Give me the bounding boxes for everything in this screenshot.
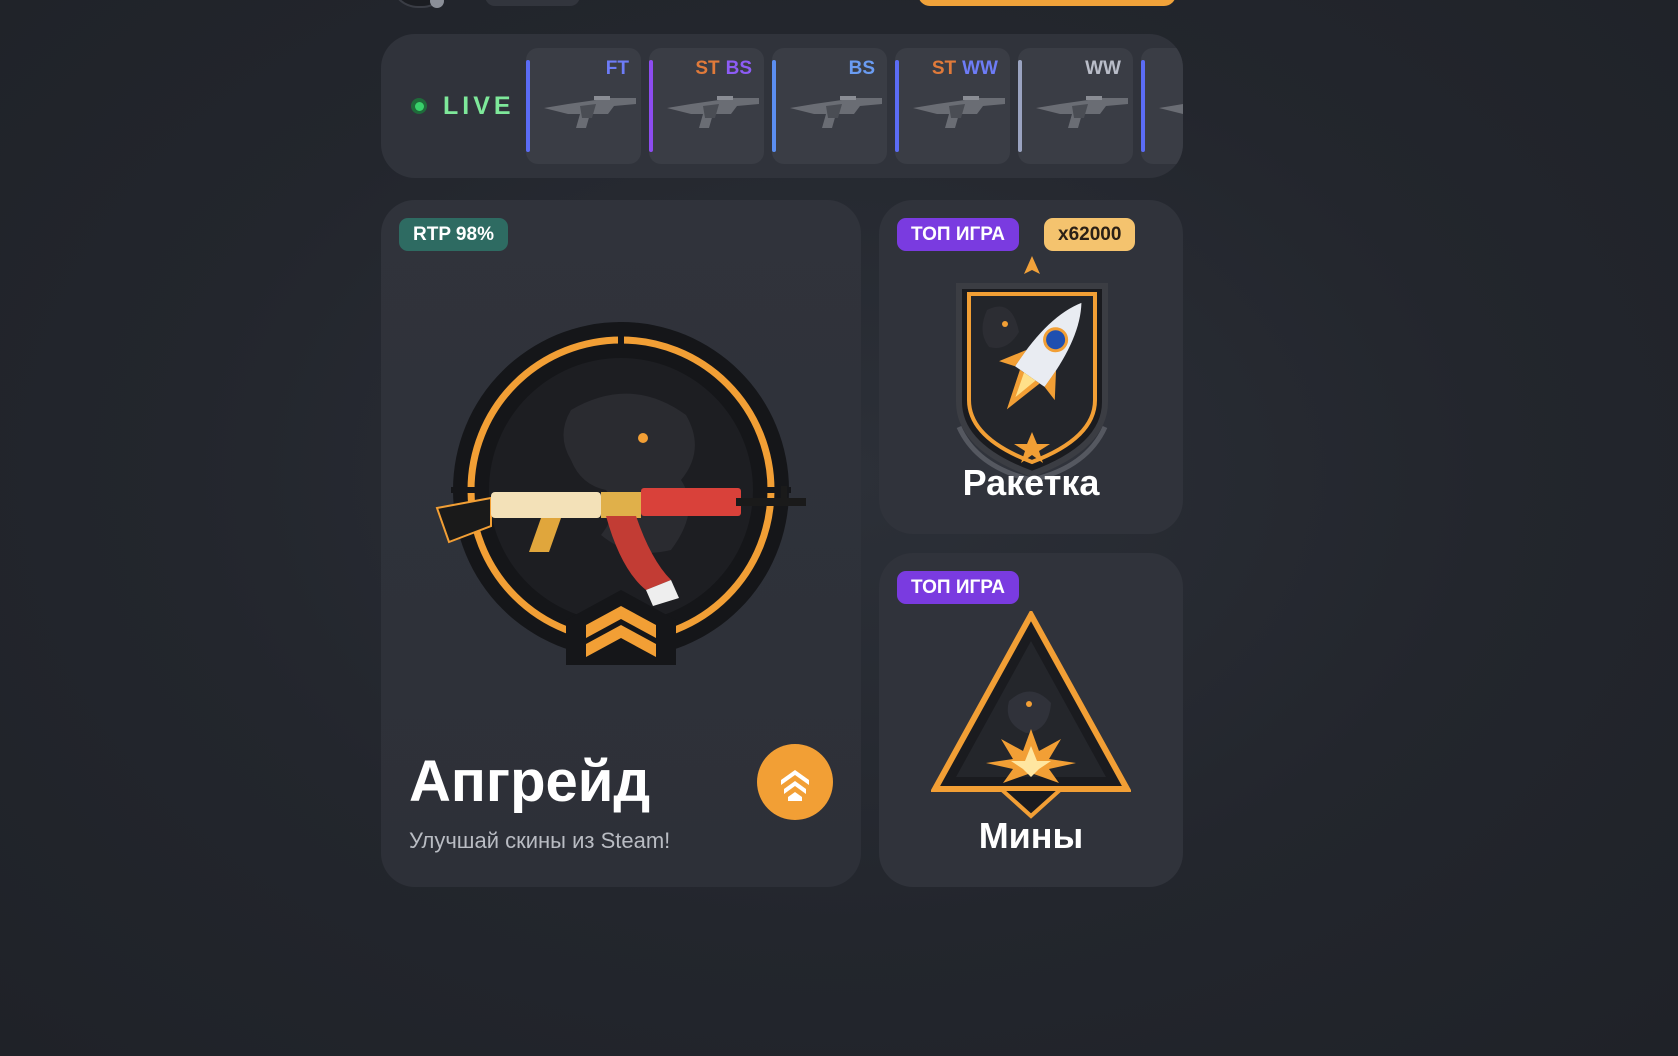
live-drop-item[interactable]: WW bbox=[1018, 48, 1133, 164]
drop-tags: ST WW bbox=[932, 58, 998, 80]
drop-tag: WW bbox=[962, 58, 998, 79]
weapon-skin-icon bbox=[1036, 96, 1128, 128]
drop-tag: FT bbox=[605, 58, 629, 79]
mines-card[interactable]: ТОП ИГРА Мины bbox=[879, 553, 1183, 887]
deposit-button[interactable] bbox=[918, 0, 1176, 6]
mines-title: Мины bbox=[978, 815, 1084, 856]
multiplier-badge: x62000 bbox=[1044, 218, 1136, 251]
mines-emblem-icon bbox=[931, 611, 1131, 819]
rocket-emblem-icon bbox=[956, 256, 1108, 482]
weapon-skin-icon bbox=[544, 96, 636, 128]
drop-tags: ST BS bbox=[695, 58, 752, 80]
rarity-bar bbox=[1141, 60, 1145, 152]
rarity-bar bbox=[649, 60, 653, 152]
live-drops-list: FT ST BS BS ST WW WW bbox=[526, 48, 1183, 164]
rarity-bar bbox=[526, 60, 530, 152]
user-avatar[interactable] bbox=[390, 0, 450, 8]
drop-tag: BS bbox=[848, 58, 875, 79]
weapon-skin-icon bbox=[913, 96, 1005, 128]
status-dot bbox=[430, 0, 444, 8]
top-game-badge: ТОП ИГРА bbox=[897, 218, 1019, 251]
live-drop-item[interactable]: FT bbox=[526, 48, 641, 164]
drop-tags: WW bbox=[1085, 58, 1121, 80]
live-drop-item[interactable]: ST WW bbox=[895, 48, 1010, 164]
chevrons-up-icon bbox=[781, 770, 809, 801]
drop-tag: ST bbox=[931, 58, 957, 79]
upgrade-title: Апгрейд bbox=[409, 749, 651, 814]
drop-tag: WW bbox=[1085, 58, 1121, 79]
upgrade-subtitle: Улучшай скины из Steam! bbox=[409, 828, 671, 853]
live-label: LIVE bbox=[443, 91, 515, 120]
rarity-bar bbox=[895, 60, 899, 152]
weapon-skin-icon bbox=[667, 96, 759, 128]
live-drop-item[interactable]: BS bbox=[772, 48, 887, 164]
rocket-card[interactable]: ТОП ИГРА x62000 Ракетка bbox=[879, 200, 1183, 534]
live-drop-item[interactable] bbox=[1141, 48, 1183, 164]
rtp-badge: RTP 98% bbox=[399, 218, 508, 251]
live-drop-item[interactable]: ST BS bbox=[649, 48, 764, 164]
drop-tag: ST bbox=[695, 58, 720, 79]
upgrade-emblem-icon bbox=[435, 322, 806, 665]
upgrade-play-button[interactable] bbox=[757, 744, 833, 820]
rocket-title: Ракетка bbox=[962, 462, 1100, 503]
top-game-badge: ТОП ИГРА bbox=[897, 571, 1019, 604]
rarity-bar bbox=[772, 60, 776, 152]
drop-tags: BS bbox=[849, 58, 875, 80]
weapon-skin-icon bbox=[790, 96, 882, 128]
weapon-skin-icon bbox=[1159, 104, 1183, 114]
upgrade-card[interactable]: RTP 98% Апгрейд Улучшай скины из Steam! bbox=[381, 200, 861, 887]
live-drops-strip: LIVE FT ST BS BS ST WW WW bbox=[381, 34, 1183, 178]
live-indicator: LIVE bbox=[411, 34, 515, 178]
drop-tags: FT bbox=[606, 58, 629, 80]
rarity-bar bbox=[1018, 60, 1022, 152]
live-dot-icon bbox=[411, 98, 427, 114]
balance-pill[interactable] bbox=[485, 0, 580, 6]
drop-tag: BS bbox=[725, 58, 752, 79]
